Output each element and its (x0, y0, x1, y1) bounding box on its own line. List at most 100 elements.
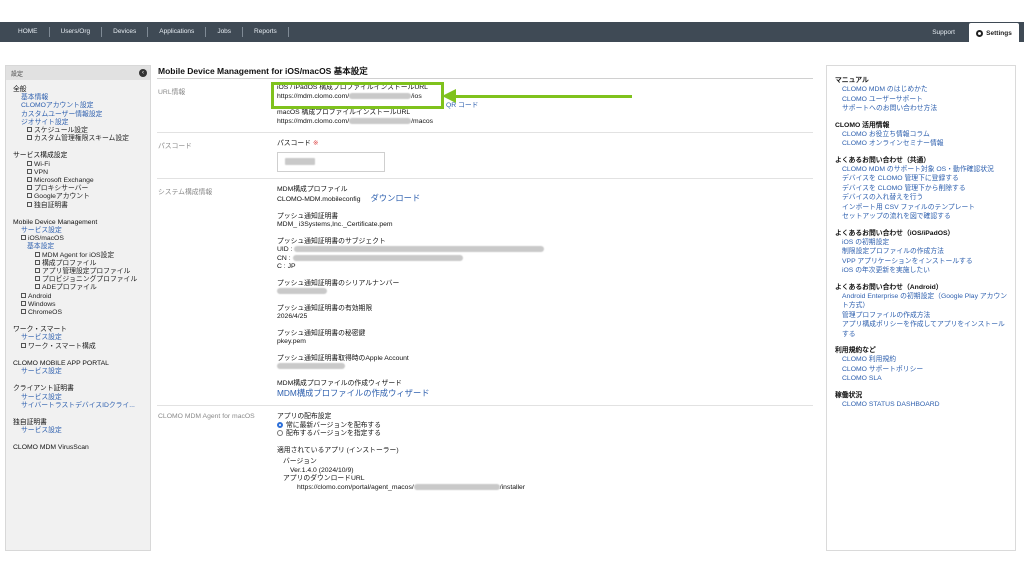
help-link[interactable]: CLOMO お役立ち情報コラム (835, 130, 1015, 140)
serial-value (277, 288, 813, 297)
sidebar-item-schedule[interactable]: スケジュール設定 (13, 127, 150, 135)
passcode-input[interactable] (277, 151, 385, 172)
sidebar-item-geosite[interactable]: ジオサイト設定 (13, 119, 150, 127)
macos-install-url[interactable]: https://mdm.clomo.com//macos (277, 118, 813, 127)
help-link[interactable]: CLOMO MDM のサポート対象 OS・動作確認状況 (835, 165, 1015, 175)
settings-sidebar: 設定 ‹ 全般 基本情報 CLOMOアカウント設定 カスタムユーザー情報設定 ジ… (5, 65, 151, 551)
help-link[interactable]: iOS の初期設定 (835, 238, 1015, 248)
help-link[interactable]: CLOMO ユーザーサポート (835, 95, 1015, 105)
download-link[interactable]: ダウンロード (370, 193, 420, 203)
help-link[interactable]: デバイスの入れ替えを行う (835, 193, 1015, 203)
nav-support[interactable]: Support (932, 29, 955, 36)
collapse-sidebar-icon[interactable]: ‹ (139, 69, 147, 77)
expand-icon (27, 201, 32, 207)
sidebar-item-work-smart-config[interactable]: ワーク・スマート構成 (13, 342, 150, 351)
help-link[interactable]: 管理プロファイルの作成方法 (835, 311, 1015, 321)
push-subject-label: プッシュ通知証明書のサブジェクト (277, 237, 386, 245)
sidebar-item-cybertrust[interactable]: サイバートラストデバイスIDクライ... (13, 402, 150, 410)
sidebar-item-own-cert-service[interactable]: サービス設定 (13, 427, 150, 435)
sidebar-item-clomo-account[interactable]: CLOMOアカウント設定 (13, 102, 150, 110)
help-link[interactable]: デバイスを CLOMO 管理下から削除する (835, 184, 1015, 194)
nav-reports[interactable]: Reports (243, 27, 289, 37)
nav-users-org[interactable]: Users/Org (50, 27, 103, 37)
expand-icon (35, 284, 40, 290)
sidebar-item-mdm-agent-ios[interactable]: MDM Agent for iOS設定 (13, 251, 150, 260)
sidebar-item-basic-settings[interactable]: 基本設定 (13, 243, 150, 251)
passcode-field-label: パスコード ※ (277, 140, 319, 147)
sidebar-section-mdm: Mobile Device Management (13, 218, 98, 226)
help-link[interactable]: CLOMO SLA (835, 374, 1015, 384)
redacted-value (277, 363, 345, 370)
nav-devices[interactable]: Devices (102, 27, 149, 37)
sidebar-item-own-cert[interactable]: 独自証明書 (13, 201, 150, 210)
help-section-title: よくあるお問い合わせ（共通） (835, 156, 931, 164)
help-link[interactable]: セットアップの流れを図で確認する (835, 212, 1015, 222)
sidebar-item-vpn[interactable]: VPN (13, 168, 150, 177)
help-link[interactable]: CLOMO オンラインセミナー情報 (835, 139, 1015, 149)
sidebar-item-ade-profile[interactable]: ADEプロファイル (13, 284, 150, 292)
sidebar-item-config-profile[interactable]: 構成プロファイル (13, 259, 150, 268)
nav-home[interactable]: HOME (0, 27, 50, 37)
sidebar-item-custom-permission[interactable]: カスタム管理権限スキーム設定 (13, 135, 150, 143)
help-link[interactable]: アプリ構成ポリシーを作成してアプリをインストールする (835, 320, 1015, 339)
help-link[interactable]: Android Enterprise の初期設定（Google Play アカウ… (835, 292, 1015, 311)
radio-unselected-icon (277, 430, 283, 436)
agent-download-url[interactable]: https://clomo.com/portal/agent_macos//in… (277, 484, 813, 493)
passcode-section-label: パスコード (158, 143, 192, 150)
redacted-value (277, 288, 327, 295)
url-highlight-box (271, 82, 444, 109)
push-cert-value: MDM_ i3Systems,Inc._Certificate.pem (277, 221, 393, 228)
help-link[interactable]: VPP アプリケーションをインストールする (835, 257, 1015, 267)
radio-specify-version[interactable]: 配布するバージョンを指定する (277, 430, 813, 439)
sidebar-item-google-account[interactable]: Googleアカウント (13, 193, 150, 201)
apple-account-label: プッシュ通知証明書取得時のApple Account (277, 354, 409, 362)
subject-c: C : JP (277, 263, 296, 270)
system-info-row: システム構成情報 MDM構成プロファイル CLOMO-MDM.mobilecon… (157, 179, 813, 406)
help-section-title: CLOMO 活用情報 (835, 121, 890, 129)
help-link[interactable]: CLOMO MDM のはじめかた (835, 85, 1015, 95)
help-link[interactable]: CLOMO 利用規約 (835, 355, 1015, 365)
redacted-value (413, 483, 500, 490)
nav-applications[interactable]: Applications (148, 27, 207, 37)
expand-icon (21, 300, 26, 306)
expand-icon (27, 127, 32, 133)
expiry-label: プッシュ通知証明書の有効期限 (277, 304, 373, 312)
sidebar-item-windows[interactable]: Windows (13, 300, 150, 309)
sidebar-item-chromeos[interactable]: ChromeOS (13, 309, 150, 317)
help-link[interactable]: インポート用 CSV ファイルのテンプレート (835, 203, 1015, 213)
version-label: バージョン (283, 458, 317, 465)
help-link[interactable]: CLOMO サポートポリシー (835, 365, 1015, 375)
system-info-label: システム構成情報 (158, 188, 213, 196)
expiry-value: 2026/4/25 (277, 313, 308, 320)
expand-icon (27, 193, 32, 199)
radio-latest-version[interactable]: 常に最新バージョンを配布する (277, 421, 813, 431)
help-link[interactable]: サポートへのお問い合わせ方法 (835, 104, 1015, 114)
top-nav-bar: HOME Users/Org Devices Applications Jobs… (0, 22, 1024, 43)
sidebar-item-client-cert-service[interactable]: サービス設定 (13, 394, 150, 402)
sidebar-item-exchange[interactable]: Microsoft Exchange (13, 177, 150, 185)
sidebar-item-mdm-service[interactable]: サービス設定 (13, 227, 150, 235)
expand-icon (35, 259, 40, 265)
sidebar-item-app-portal-service[interactable]: サービス設定 (13, 368, 150, 376)
nav-jobs[interactable]: Jobs (206, 27, 244, 37)
expand-icon (35, 276, 40, 282)
help-link[interactable]: デバイスを CLOMO 管理下に登録する (835, 174, 1015, 184)
sidebar-title: 設定 (11, 71, 24, 78)
sidebar-item-custom-user-info[interactable]: カスタムユーザー情報設定 (13, 111, 150, 119)
sidebar-item-work-smart-service[interactable]: サービス設定 (13, 334, 150, 342)
nav-settings-tab[interactable]: Settings (969, 23, 1019, 43)
help-link[interactable]: CLOMO STATUS DASHBOARD (835, 400, 1015, 410)
annotation-arrow (452, 95, 632, 98)
applied-app-label: 適用されているアプリ (インストーラー) (277, 446, 399, 454)
help-link[interactable]: iOS の年次更新を実施したい (835, 266, 1015, 276)
arrow-head-icon (442, 89, 456, 103)
apple-account-value (277, 363, 813, 372)
sidebar-item-wifi[interactable]: Wi-Fi (13, 160, 150, 169)
wizard-link[interactable]: MDM構成プロファイルの作成ウィザード (277, 388, 813, 399)
private-key-label: プッシュ通知証明書の秘密鍵 (277, 329, 366, 337)
help-link[interactable]: 制限設定プロファイルの作成方法 (835, 247, 1015, 257)
redacted-value (349, 117, 412, 124)
sidebar-item-android[interactable]: Android (13, 292, 150, 301)
sidebar-section-client-cert: クライアント証明書 (13, 385, 74, 393)
subject-cn: CN : (277, 255, 813, 264)
